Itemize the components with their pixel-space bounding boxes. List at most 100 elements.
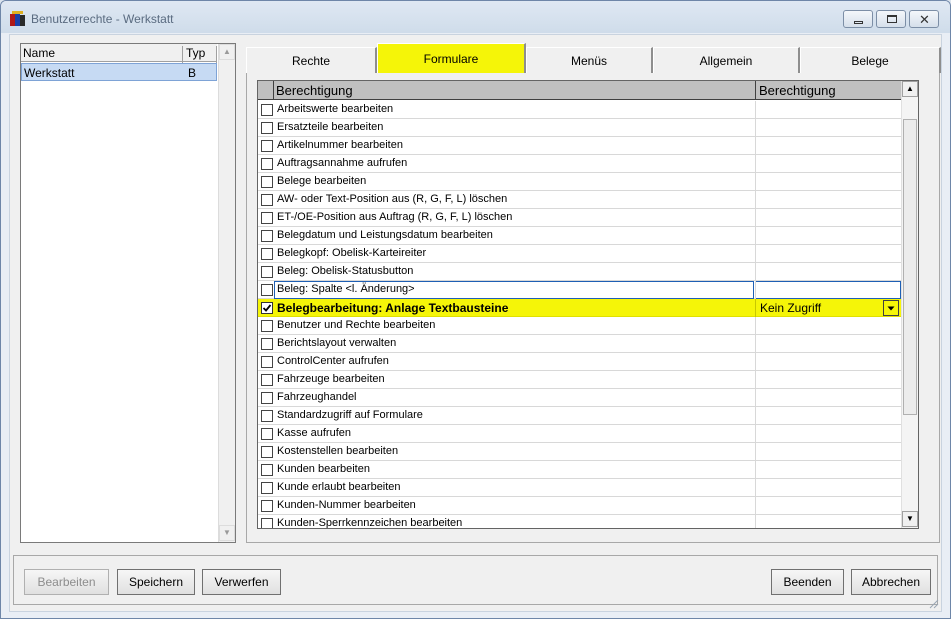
permission-label: Arbeitswerte bearbeiten	[277, 103, 394, 115]
permission-row[interactable]: Kunden bearbeiten	[258, 461, 901, 479]
permission-row[interactable]: Arbeitswerte bearbeiten	[258, 101, 901, 119]
permission-row[interactable]: Standardzugriff auf Formulare	[258, 407, 901, 425]
restore-icon	[887, 15, 897, 23]
focus-outline	[755, 281, 901, 299]
app-books-icon	[10, 11, 26, 27]
column-header-name[interactable]: Name	[23, 46, 55, 60]
permission-row[interactable]: Auftragsannahme aufrufen	[258, 155, 901, 173]
permission-label: Kasse aufrufen	[277, 427, 351, 439]
quit-button[interactable]: Beenden	[771, 569, 844, 595]
column-header-typ[interactable]: Typ	[186, 46, 205, 60]
permission-checkbox[interactable]	[261, 446, 273, 458]
grid-scrollbar[interactable]: ▲ ▼	[901, 81, 918, 528]
permission-row[interactable]: Belegbearbeitung: Anlage Textbausteine Ke…	[258, 299, 901, 317]
permission-checkbox[interactable]	[261, 140, 273, 152]
permission-label: Fahrzeughandel	[277, 391, 357, 403]
scroll-up-icon[interactable]: ▲	[902, 81, 918, 97]
permission-grid[interactable]: Berechtigung Berechtigung Arbeitswerte b…	[257, 80, 919, 529]
permission-row[interactable]: ET-/OE-Position aus Auftrag (R, G, F, L)…	[258, 209, 901, 227]
scroll-down-icon[interactable]: ▼	[219, 525, 235, 541]
tab-menues[interactable]: Menüs	[526, 47, 653, 73]
permission-label: ET-/OE-Position aus Auftrag (R, G, F, L)…	[277, 211, 513, 223]
scroll-up-icon[interactable]: ▲	[219, 44, 235, 60]
title-bar[interactable]: Benutzerrechte - Werkstatt ✕	[1, 1, 950, 33]
permission-checkbox[interactable]	[261, 428, 273, 440]
permission-row[interactable]: Fahrzeuge bearbeiten	[258, 371, 901, 389]
permission-checkbox[interactable]	[261, 194, 273, 206]
permission-row[interactable]: Kostenstellen bearbeiten	[258, 443, 901, 461]
tab-allgemein[interactable]: Allgemein	[653, 47, 800, 73]
permission-row[interactable]: Kasse aufrufen	[258, 425, 901, 443]
permission-label: AW- oder Text-Position aus (R, G, F, L) …	[277, 193, 508, 205]
minimize-button[interactable]	[843, 10, 873, 28]
permission-label: Kostenstellen bearbeiten	[277, 445, 399, 457]
minimize-icon	[854, 21, 863, 24]
column-header-permission[interactable]: Berechtigung	[276, 83, 353, 98]
cancel-button[interactable]: Abbrechen	[851, 569, 931, 595]
permission-row[interactable]: ControlCenter aufrufen	[258, 353, 901, 371]
permission-label: Ersatzteile bearbeiten	[277, 121, 384, 133]
permission-checkbox[interactable]	[261, 338, 273, 350]
permission-checkbox[interactable]	[261, 518, 273, 528]
permission-checkbox[interactable]	[261, 410, 273, 422]
tab-belege[interactable]: Belege	[800, 47, 941, 73]
permission-label: Kunden-Sperrkennzeichen bearbeiten	[277, 517, 463, 529]
user-list[interactable]: Name Typ Werkstatt B ▲ ▼	[20, 43, 236, 543]
permission-checkbox[interactable]	[261, 284, 273, 296]
permission-row[interactable]: Belegdatum und Leistungsdatum bearbeiten	[258, 227, 901, 245]
permission-checkbox[interactable]	[261, 356, 273, 368]
permission-level-value[interactable]: Kein Zugriff	[760, 301, 821, 315]
permission-row[interactable]: Berichtslayout verwalten	[258, 335, 901, 353]
client-area: Name Typ Werkstatt B ▲ ▼ Rechte Formular…	[9, 34, 942, 612]
permission-checkbox[interactable]	[261, 320, 273, 332]
user-row[interactable]: Werkstatt B	[21, 63, 217, 81]
resize-grip-icon[interactable]	[927, 597, 939, 609]
permission-row[interactable]: Fahrzeughandel	[258, 389, 901, 407]
permission-checkbox[interactable]	[261, 392, 273, 404]
permission-label: Benutzer und Rechte bearbeiten	[277, 319, 436, 331]
permission-checkbox[interactable]	[261, 158, 273, 170]
permission-row[interactable]: Kunden-Sperrkennzeichen bearbeiten	[258, 515, 901, 529]
permission-label: ControlCenter aufrufen	[277, 355, 389, 367]
scroll-thumb[interactable]	[903, 119, 917, 415]
user-list-scrollbar[interactable]: ▲ ▼	[218, 44, 235, 542]
column-header-permission-level[interactable]: Berechtigung	[759, 83, 836, 98]
permission-checkbox[interactable]	[261, 212, 273, 224]
permission-checkbox[interactable]	[261, 248, 273, 260]
scroll-down-icon[interactable]: ▼	[902, 511, 918, 527]
tab-rechte[interactable]: Rechte	[246, 47, 377, 73]
permission-row[interactable]: Kunden-Nummer bearbeiten	[258, 497, 901, 515]
tab-strip: Rechte Formulare Menüs Allgemein Belege	[246, 43, 941, 73]
permission-row[interactable]: Beleg: Obelisk-Statusbutton	[258, 263, 901, 281]
permission-row[interactable]: Belegkopf: Obelisk-Karteireiter	[258, 245, 901, 263]
permission-checkbox[interactable]	[261, 230, 273, 242]
permission-checkbox[interactable]	[261, 464, 273, 476]
permission-row[interactable]: Beleg: Spalte <l. Änderung>	[258, 281, 901, 299]
permission-row[interactable]: Kunde erlaubt bearbeiten	[258, 479, 901, 497]
permission-checkbox[interactable]	[261, 482, 273, 494]
edit-button[interactable]: Bearbeiten	[24, 569, 109, 595]
permission-row[interactable]: Artikelnummer bearbeiten	[258, 137, 901, 155]
permission-label: Beleg: Spalte <l. Änderung>	[277, 283, 415, 295]
permission-row[interactable]: AW- oder Text-Position aus (R, G, F, L) …	[258, 191, 901, 209]
window-title: Benutzerrechte - Werkstatt	[31, 12, 174, 26]
dropdown-arrow-icon[interactable]	[883, 300, 899, 316]
permission-checkbox[interactable]	[261, 266, 273, 278]
permission-row[interactable]: Ersatzteile bearbeiten	[258, 119, 901, 137]
permission-checkbox[interactable]	[261, 176, 273, 188]
permission-checkbox[interactable]	[261, 104, 273, 116]
save-button[interactable]: Speichern	[117, 569, 195, 595]
tab-formulare[interactable]: Formulare	[377, 43, 526, 73]
restore-button[interactable]	[876, 10, 906, 28]
permission-checkbox[interactable]	[261, 500, 273, 512]
permission-checkbox[interactable]	[261, 374, 273, 386]
permission-row[interactable]: Belege bearbeiten	[258, 173, 901, 191]
discard-button[interactable]: Verwerfen	[202, 569, 281, 595]
close-button[interactable]: ✕	[909, 10, 939, 28]
user-list-header: Name Typ	[21, 44, 217, 64]
permission-checkbox[interactable]	[261, 302, 273, 314]
permission-row[interactable]: Benutzer und Rechte bearbeiten	[258, 317, 901, 335]
app-window: Benutzerrechte - Werkstatt ✕ Name Typ We…	[0, 0, 951, 619]
permission-label: Berichtslayout verwalten	[277, 337, 397, 349]
permission-checkbox[interactable]	[261, 122, 273, 134]
